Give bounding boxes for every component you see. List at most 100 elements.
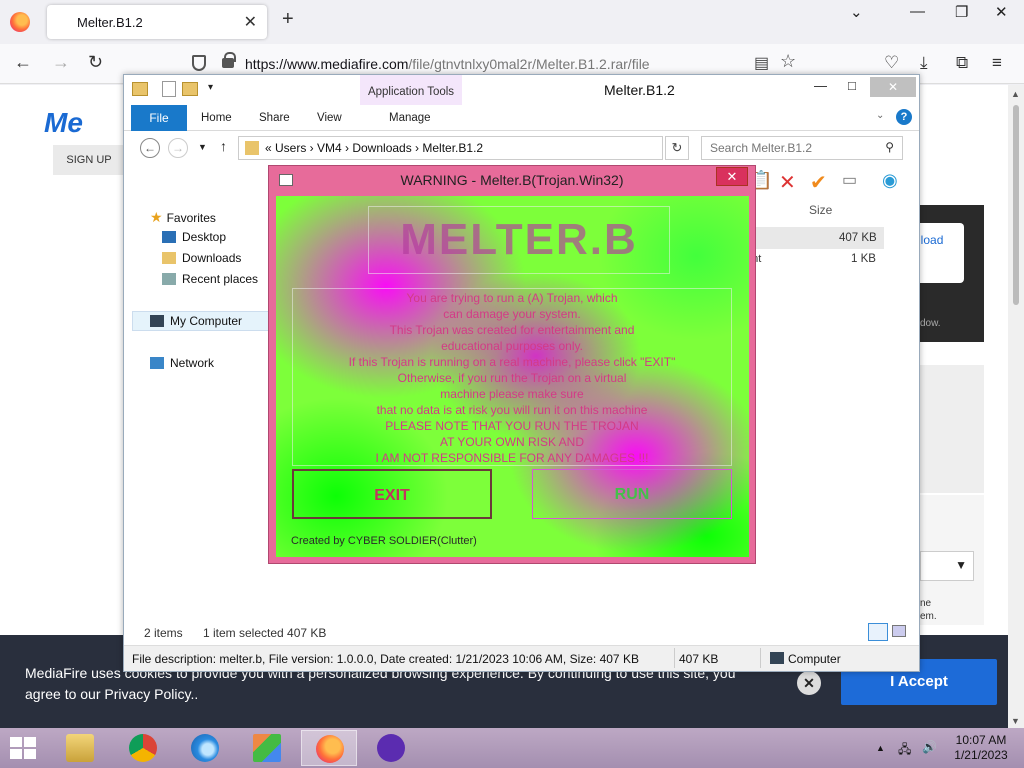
refresh-icon[interactable]: ↻: [665, 136, 689, 160]
tab-file[interactable]: File: [131, 105, 187, 131]
reload-icon[interactable]: ↻: [88, 52, 103, 73]
rename-icon[interactable]: ▭: [842, 170, 857, 190]
explorer-titlebar[interactable]: ▾ Application Tools Melter.B1.2 — □ ✕: [124, 75, 919, 105]
explorer-maximize-icon[interactable]: □: [848, 78, 856, 93]
network-icon: [150, 357, 164, 369]
start-button[interactable]: [10, 737, 38, 759]
forward-icon[interactable]: →: [52, 52, 70, 73]
tray-expand-icon[interactable]: ▲: [876, 743, 885, 753]
globe-icon[interactable]: ◉: [882, 170, 898, 191]
new-tab-icon[interactable]: +: [282, 8, 294, 31]
dialog-close-button[interactable]: ✕: [716, 167, 748, 186]
ribbon-collapse-icon[interactable]: ⌄: [876, 110, 884, 121]
new-folder-icon[interactable]: [182, 82, 198, 96]
tracking-shield-icon[interactable]: [192, 55, 206, 71]
restore-icon[interactable]: ❐: [955, 3, 968, 21]
properties-icon[interactable]: [162, 81, 176, 97]
dialog-titlebar[interactable]: WARNING - Melter.B(Trojan.Win32) ✕: [269, 166, 755, 194]
scroll-down-icon[interactable]: ▼: [1011, 716, 1020, 726]
author-credit: Created by CYBER SOLDIER(Clutter): [291, 535, 477, 547]
breadcrumb[interactable]: « Users › VM4 › Downloads › Melter.B1.2: [265, 141, 483, 155]
menu-icon[interactable]: ≡: [992, 53, 1002, 73]
explorer-minimize-icon[interactable]: —: [814, 78, 827, 93]
taskbar-chrome[interactable]: [115, 730, 171, 766]
back-icon[interactable]: ←: [14, 52, 32, 73]
selection-info: 1 item selected 407 KB: [203, 626, 327, 640]
tab-manage[interactable]: Manage: [389, 112, 431, 124]
recent-locations-icon[interactable]: ▼: [198, 142, 207, 152]
edge-icon: [191, 734, 219, 762]
checkmark-icon[interactable]: ✔: [810, 170, 827, 195]
signup-button[interactable]: SIGN UP: [53, 145, 125, 175]
taskbar-edge[interactable]: [177, 730, 233, 766]
side-panel: [920, 365, 984, 493]
quick-access-dropdown-icon[interactable]: ▾: [208, 82, 213, 93]
nav-downloads[interactable]: Downloads: [162, 251, 241, 265]
tab-list-chevron-icon[interactable]: ⌄: [850, 3, 863, 21]
browser-tab[interactable]: Melter.B1.2 ✕: [47, 5, 267, 39]
delete-icon[interactable]: ✕: [779, 170, 796, 195]
window-close-icon[interactable]: ✕: [995, 3, 1008, 21]
clock[interactable]: 10:07 AM 1/21/2023: [946, 733, 1016, 763]
dropdown-arrow-icon: ▼: [955, 558, 967, 572]
lock-icon[interactable]: [222, 52, 236, 68]
run-button[interactable]: RUN: [532, 469, 732, 519]
address-row: ← → ▼ ↑ « Users › VM4 › Downloads › Melt…: [124, 131, 919, 165]
taskbar-private-browsing[interactable]: [363, 730, 419, 766]
pocket-icon[interactable]: ♡: [884, 53, 899, 73]
bookmark-star-icon[interactable]: ☆: [780, 51, 796, 72]
cookie-close-button[interactable]: ✕: [797, 671, 821, 695]
explorer-back-icon[interactable]: ←: [140, 138, 160, 158]
nav-desktop[interactable]: Desktop: [162, 230, 226, 244]
clock-time: 10:07 AM: [955, 733, 1007, 747]
scroll-up-icon[interactable]: ▲: [1011, 89, 1020, 99]
computer-small-icon: [770, 652, 784, 664]
file-description: File description: melter.b, File version…: [132, 652, 639, 666]
tab-share[interactable]: Share: [259, 112, 290, 124]
taskbar-app[interactable]: [239, 730, 295, 766]
nav-favorites[interactable]: ★ Favorites: [150, 209, 216, 226]
page-scrollbar[interactable]: ▲ ▼: [1008, 85, 1024, 728]
details-view-icon[interactable]: [868, 623, 888, 641]
taskbar-firefox[interactable]: [301, 730, 357, 766]
scroll-thumb[interactable]: [1013, 105, 1019, 305]
extensions-icon[interactable]: ⧉: [956, 53, 968, 73]
reader-view-icon[interactable]: ▤: [754, 53, 769, 73]
message-line: PLEASE NOTE THAT YOU RUN THE TROJAN: [385, 419, 639, 433]
tab-view[interactable]: View: [317, 112, 342, 124]
nav-recent-places[interactable]: Recent places: [162, 272, 258, 286]
tab-close-icon[interactable]: ✕: [244, 12, 257, 32]
explorer-title: Melter.B1.2: [604, 82, 675, 98]
volume-icon[interactable]: 🔊: [922, 740, 937, 754]
large-icons-view-icon[interactable]: [892, 625, 906, 637]
file-list: Size 407 KB ent 1 KB: [744, 195, 904, 295]
taskbar: ▲ 🖧 🔊 10:07 AM 1/21/2023: [0, 728, 1024, 768]
dialog-client: MELTER.B You are trying to run a (A) Tro…: [276, 196, 749, 557]
up-level-icon[interactable]: ↑: [220, 138, 227, 154]
search-icon[interactable]: ⚲: [885, 140, 894, 154]
nav-my-computer[interactable]: My Computer: [150, 314, 242, 328]
private-browsing-icon: [377, 734, 405, 762]
exit-button[interactable]: EXIT: [292, 469, 492, 519]
file-size: 407 KB: [839, 232, 877, 244]
url-text[interactable]: https://www.mediafire.com/file/gtnvtnlxy…: [245, 56, 650, 72]
nav-network[interactable]: Network: [150, 356, 214, 370]
mediafire-logo[interactable]: Me: [44, 107, 83, 139]
tab-home[interactable]: Home: [201, 112, 232, 124]
message-line: machine please make sure: [440, 387, 584, 401]
downloads-icon[interactable]: ⤓: [920, 53, 928, 73]
side-dropdown[interactable]: ▼: [920, 551, 974, 581]
explorer-close-button[interactable]: ✕: [870, 77, 916, 97]
help-icon[interactable]: ?: [896, 109, 912, 125]
warning-message: You are trying to run a (A) Trojan, whic…: [292, 288, 732, 466]
search-input[interactable]: Search Melter.B1.2 ⚲: [701, 136, 903, 160]
minimize-icon[interactable]: —: [910, 3, 925, 20]
melter-logo: MELTER.B: [368, 206, 670, 274]
message-line: You are trying to run a (A) Trojan, whic…: [406, 291, 618, 305]
column-size[interactable]: Size: [809, 203, 832, 217]
taskbar-file-explorer[interactable]: [52, 730, 108, 766]
explorer-forward-icon[interactable]: →: [168, 138, 188, 158]
network-tray-icon[interactable]: 🖧: [898, 740, 911, 761]
address-bar[interactable]: « Users › VM4 › Downloads › Melter.B1.2: [238, 136, 663, 160]
message-line: AT YOUR OWN RISK AND: [439, 435, 585, 449]
